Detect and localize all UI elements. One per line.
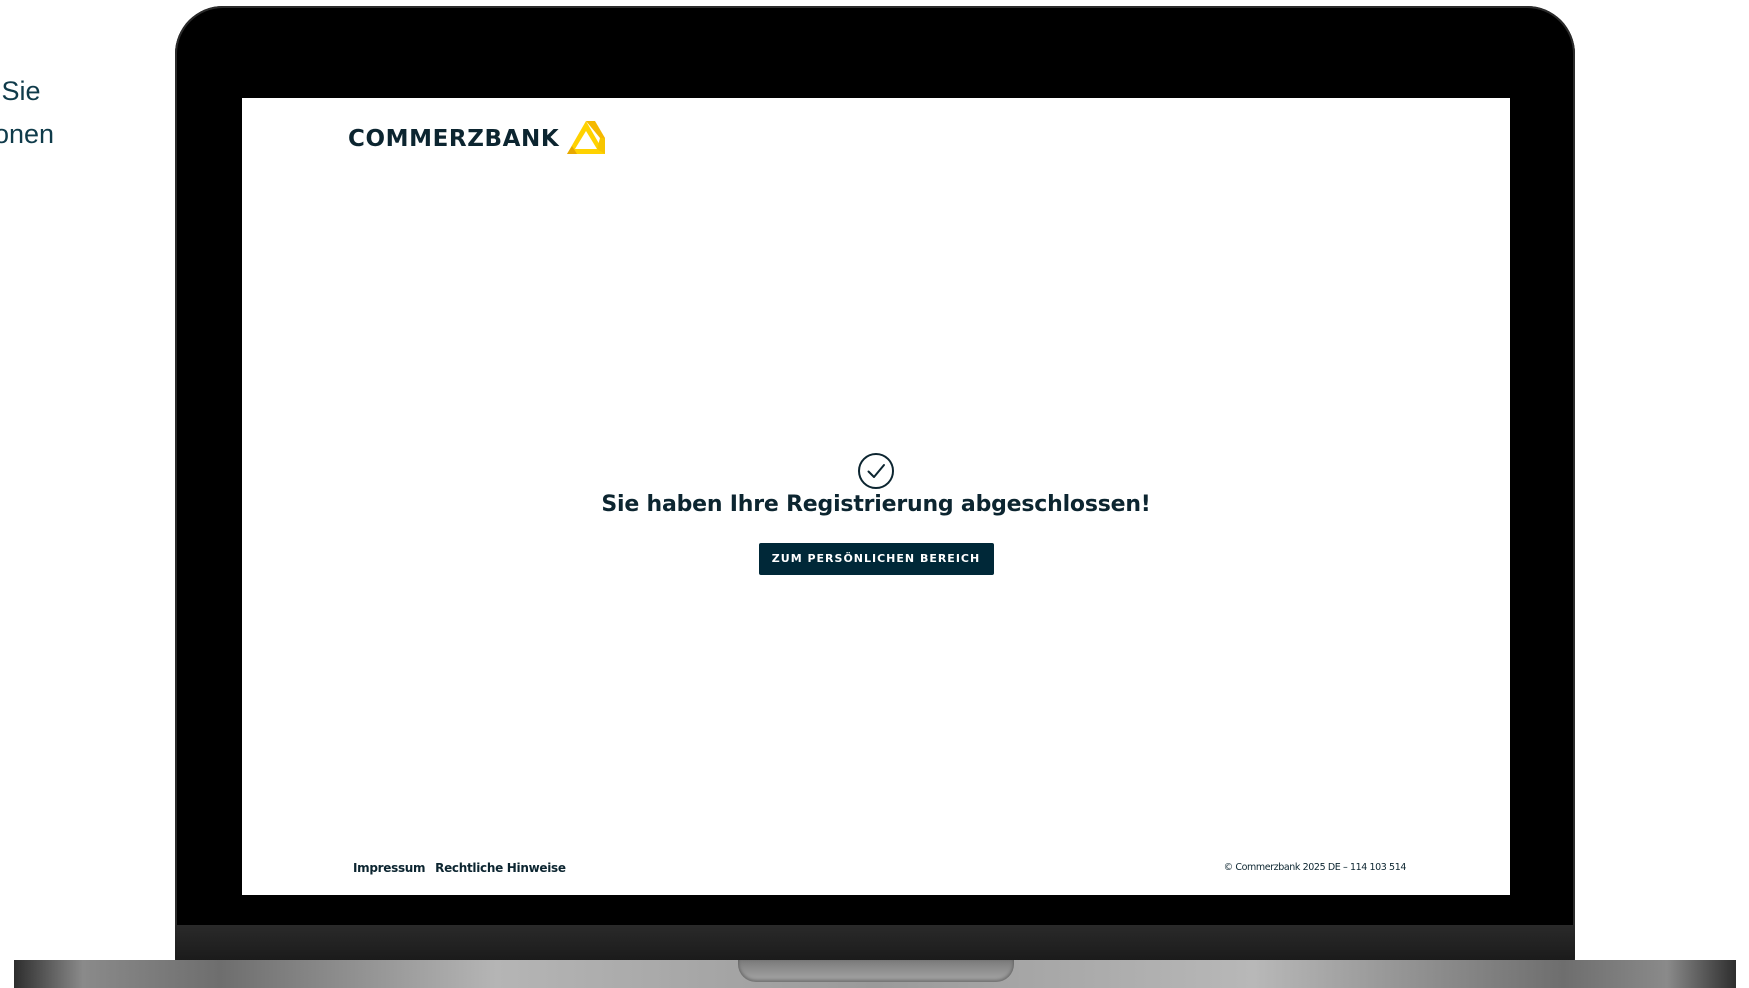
personal-area-button[interactable]: ZUM PERSÖNLICHEN BEREICH — [758, 543, 994, 575]
confirmation-headline: Sie haben Ihre Registrierung abgeschloss… — [601, 492, 1151, 517]
page: d Sie ionen COMMERZBANK Sie haben Ihre R… — [0, 0, 1749, 988]
laptop-hinge — [175, 925, 1575, 963]
confirmation-panel: Sie haben Ihre Registrierung abgeschloss… — [242, 451, 1510, 575]
laptop-screen: COMMERZBANK Sie haben Ihre Registrierung… — [242, 98, 1510, 895]
brand-name: COMMERZBANK — [348, 126, 560, 152]
commerzbank-ribbon-icon — [567, 121, 606, 154]
copyright-text: © Commerzbank 2025 DE – 114 103 514 — [1223, 862, 1407, 873]
side-text-line-1: d Sie — [0, 76, 41, 106]
commerzbank-logo[interactable]: COMMERZBANK — [348, 120, 606, 158]
check-circle-icon — [858, 453, 894, 489]
impressum-link[interactable]: Impressum — [353, 861, 426, 875]
side-text-line-2: ionen — [0, 119, 55, 149]
footer-links: Impressum Rechtliche Hinweise — [353, 861, 572, 875]
legal-notice-link[interactable]: Rechtliche Hinweise — [435, 861, 566, 875]
side-text-fragment: d Sie ionen — [0, 70, 54, 156]
laptop-opening-notch — [738, 960, 1014, 982]
